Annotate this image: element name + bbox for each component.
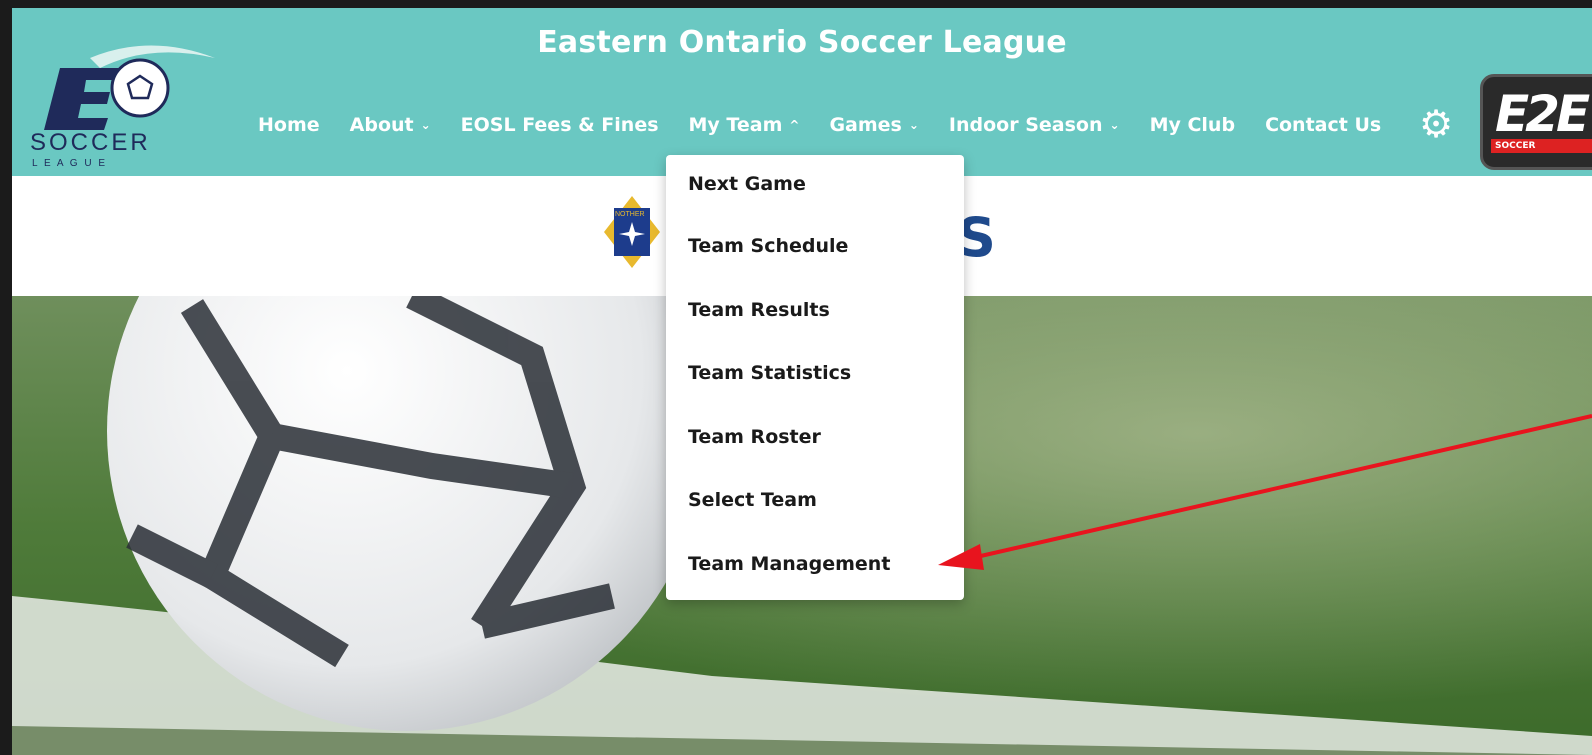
dropdown-item-select-team[interactable]: Select Team xyxy=(688,489,817,511)
chevron-down-icon: ⌄ xyxy=(908,118,919,132)
partner-logo-text: NOTHER xyxy=(615,211,645,218)
nav-item-label: Home xyxy=(258,114,320,136)
nav-item-label: EOSL Fees & Fines xyxy=(460,114,659,136)
dropdown-item-team-roster[interactable]: Team Roster xyxy=(688,426,821,448)
dropdown-item-team-schedule[interactable]: Team Schedule xyxy=(688,235,848,257)
nav-item-label: Games xyxy=(829,114,902,136)
nav-item-label: My Club xyxy=(1149,114,1236,136)
e2e-badge-subtext: SOCCER xyxy=(1491,139,1592,153)
dropdown-item-team-management[interactable]: Team Management xyxy=(688,553,890,575)
dropdown-item-team-statistics[interactable]: Team Statistics xyxy=(688,362,851,384)
nav-item-label: About xyxy=(349,114,414,136)
page-frame: SOCCER L E A G U E Eastern Ontario Socce… xyxy=(12,8,1592,755)
gear-icon[interactable]: ⚙ xyxy=(1416,104,1456,144)
site-title: Eastern Ontario Soccer League xyxy=(537,25,1067,60)
nav-item-label: My Team xyxy=(688,114,783,136)
nav-item-contact-us[interactable]: Contact Us xyxy=(1265,114,1381,136)
dropdown-item-next-game[interactable]: Next Game xyxy=(688,173,806,195)
chevron-up-icon: ^ xyxy=(789,118,800,132)
partner-logo: NOTHER xyxy=(604,196,660,268)
nav-item-eosl-fees-fines[interactable]: EOSL Fees & Fines xyxy=(461,114,659,136)
nav-item-my-club[interactable]: My Club xyxy=(1150,114,1236,136)
nav-item-my-team[interactable]: My Team ^ xyxy=(689,114,800,136)
chevron-down-icon: ⌄ xyxy=(1109,118,1120,132)
nav-item-home[interactable]: Home xyxy=(258,114,320,136)
chevron-down-icon: ⌄ xyxy=(420,118,431,132)
dropdown-item-team-results[interactable]: Team Results xyxy=(688,299,830,321)
nav-item-label: Contact Us xyxy=(1265,114,1382,136)
nav-item-about[interactable]: About ⌄ xyxy=(350,114,431,136)
e2e-badge-text: E2E xyxy=(1495,85,1590,143)
e2e-soccer-badge[interactable]: E2E SOCCER xyxy=(1480,74,1592,170)
nav-item-games[interactable]: Games ⌄ xyxy=(829,114,918,136)
nav-item-indoor-season[interactable]: Indoor Season ⌄ xyxy=(949,114,1120,136)
nav-item-label: Indoor Season xyxy=(948,114,1103,136)
logo-ball xyxy=(110,58,170,118)
site-header: SOCCER L E A G U E Eastern Ontario Socce… xyxy=(12,8,1592,176)
logo-word-soccer: SOCCER xyxy=(30,129,151,156)
main-nav: Home About ⌄ EOSL Fees & Fines My Team ^ Games… xyxy=(258,110,1381,140)
my-team-dropdown: Next Game Team Schedule Team Results Team S… xyxy=(666,155,964,600)
logo-letter-e xyxy=(44,68,120,130)
logo-word-league: L E A G U E xyxy=(32,158,107,168)
